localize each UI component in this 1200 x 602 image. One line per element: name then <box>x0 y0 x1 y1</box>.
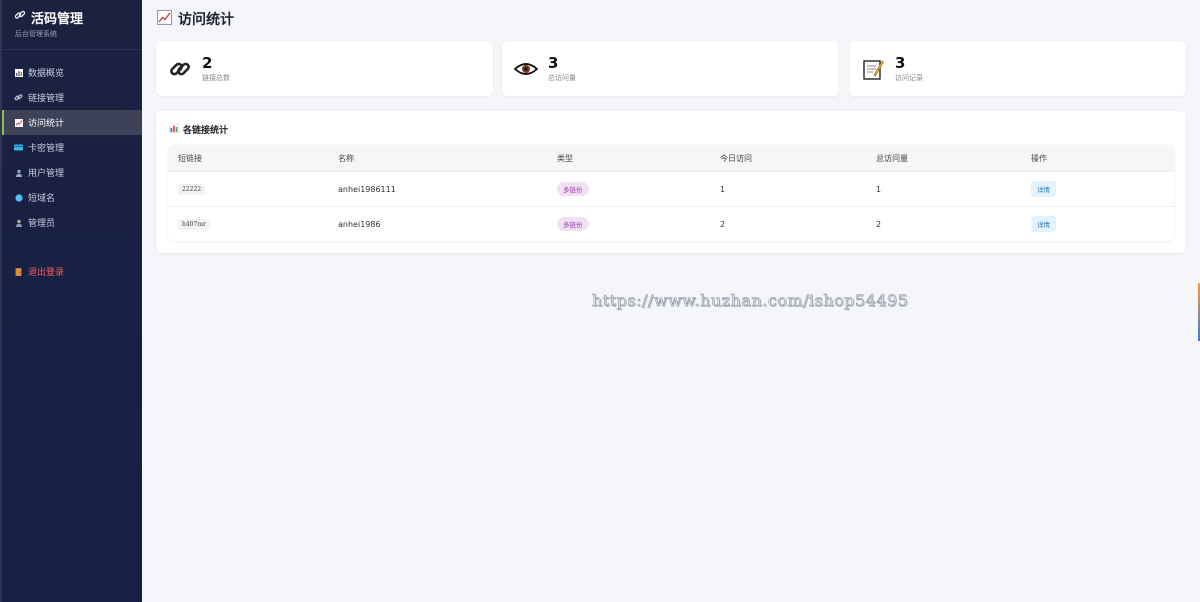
link-icon <box>14 93 23 102</box>
trend-chart-icon <box>14 118 23 127</box>
short-link-code: 22222 <box>178 183 206 195</box>
brand: 活码管理 后台管理系统 <box>2 0 142 50</box>
stat-value: 2 <box>202 53 213 72</box>
user-icon <box>14 168 23 177</box>
page-title-text: 访问统计 <box>178 12 234 28</box>
main-content: 访问统计 2 链接总数 3 总访问量 3 访问记录 各链接统计 短链接 名称 类… <box>142 0 1200 602</box>
link-icon <box>14 9 26 25</box>
panel-title-text: 各链接统计 <box>183 126 229 136</box>
column-header: 操作 <box>1031 153 1047 163</box>
table-header: 短链接 名称 类型 今日访问 总访问量 操作 <box>168 145 1174 171</box>
sidebar-item-links[interactable]: 链接管理 <box>2 85 142 110</box>
stat-card-records: 3 访问记录 <box>849 41 1186 96</box>
logout-label: 退出登录 <box>28 268 65 278</box>
type-badge: 多链份 <box>557 182 589 196</box>
globe-dot-icon <box>14 193 23 202</box>
sidebar-item-label: 短域名 <box>28 194 56 204</box>
stat-label: 总访问量 <box>548 73 576 82</box>
sidebar-item-label: 卡密管理 <box>28 144 65 154</box>
table-row: h407mr anhei1986 多链份 2 2 详情 <box>168 206 1174 241</box>
brand-subtitle: 后台管理系统 <box>15 30 57 38</box>
table-row: 22222 anhei1986111 多链份 1 1 详情 <box>168 171 1174 206</box>
panel-title: 各链接统计 <box>168 122 229 136</box>
detail-button[interactable]: 详情 <box>1031 181 1056 197</box>
brand-title: 活码管理 <box>31 11 84 27</box>
column-header: 短链接 <box>178 153 202 163</box>
sidebar-item-label: 访问统计 <box>28 119 65 129</box>
brand-title-row: 活码管理 <box>14 8 130 27</box>
link-name: anhei1986 <box>338 219 381 229</box>
sidebar-item-admins[interactable]: 管理员 <box>2 210 142 235</box>
column-header: 今日访问 <box>720 153 752 163</box>
card-icon <box>14 143 23 152</box>
sidebar-item-label: 管理员 <box>28 219 56 229</box>
sidebar-item-short-domain[interactable]: 短域名 <box>2 185 142 210</box>
column-header: 名称 <box>338 153 354 163</box>
stat-label: 访问记录 <box>895 73 923 82</box>
today-visits: 1 <box>720 184 726 194</box>
sidebar-nav: 数据概览 链接管理 访问统计 卡密管理 用户管理 短域名 管理员 退出登录 <box>2 60 142 284</box>
sidebar-item-users[interactable]: 用户管理 <box>2 160 142 185</box>
stat-value: 3 <box>548 53 559 72</box>
logout-button[interactable]: 退出登录 <box>2 259 142 284</box>
today-visits: 2 <box>720 219 726 229</box>
bar-chart-icon <box>14 68 23 77</box>
watermark-text: https://www.huzhan.com/ishop54495 <box>592 291 909 311</box>
sidebar-item-dashboard[interactable]: 数据概览 <box>2 60 142 85</box>
stat-label: 链接总数 <box>202 73 230 82</box>
stat-card-visits: 3 总访问量 <box>502 41 839 96</box>
trend-chart-icon <box>157 9 172 29</box>
link-name: anhei1986111 <box>338 184 396 194</box>
sidebar-item-label: 用户管理 <box>28 169 65 179</box>
column-header: 总访问量 <box>876 153 908 163</box>
type-badge: 多链份 <box>557 217 589 231</box>
stat-card-links: 2 链接总数 <box>156 41 493 96</box>
eye-icon <box>514 57 538 81</box>
column-header: 类型 <box>557 153 573 163</box>
bar-chart-icon <box>168 122 180 136</box>
stat-value: 3 <box>895 53 906 72</box>
door-icon <box>14 267 23 276</box>
sidebar-item-visit-stats[interactable]: 访问统计 <box>2 110 142 135</box>
sidebar-item-cards[interactable]: 卡密管理 <box>2 135 142 160</box>
short-link-code: h407mr <box>178 218 210 230</box>
sidebar-item-label: 数据概览 <box>28 69 65 79</box>
link-stats-panel: 各链接统计 短链接 名称 类型 今日访问 总访问量 操作 22222 anhei… <box>156 111 1186 253</box>
total-visits: 1 <box>876 184 882 194</box>
sidebar-item-label: 链接管理 <box>28 94 65 104</box>
admin-user-icon <box>14 218 23 227</box>
total-visits: 2 <box>876 219 882 229</box>
sidebar: 活码管理 后台管理系统 数据概览 链接管理 访问统计 卡密管理 用户管理 短域名… <box>0 0 142 602</box>
page-title: 访问统计 <box>157 9 234 29</box>
chain-icon <box>168 57 192 81</box>
link-stats-table: 短链接 名称 类型 今日访问 总访问量 操作 22222 anhei198611… <box>168 145 1174 241</box>
detail-button[interactable]: 详情 <box>1031 216 1056 232</box>
memo-icon <box>861 57 885 81</box>
